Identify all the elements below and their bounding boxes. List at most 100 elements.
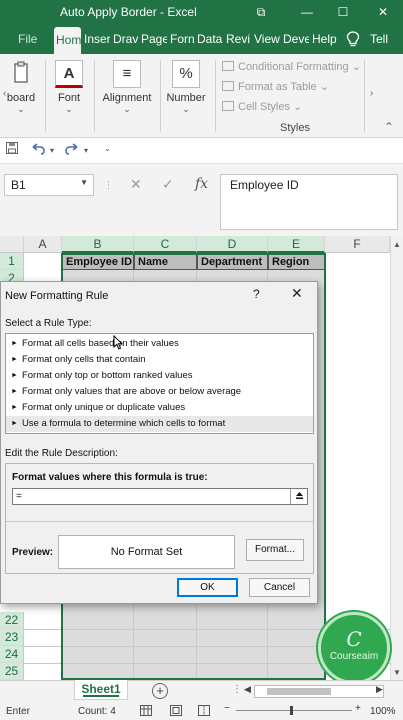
chevron-down-icon: ⌄ xyxy=(65,104,73,114)
clipboard-group[interactable]: board ⌄ xyxy=(0,58,42,134)
collapse-ribbon-icon[interactable]: ⌃ xyxy=(384,120,394,134)
rule-type-item[interactable]: ► Format only unique or duplicate values xyxy=(6,400,313,416)
font-group[interactable]: A Font ⌄ xyxy=(48,58,90,134)
undo-dropdown-icon[interactable]: ▾ xyxy=(50,146,54,155)
column-header-f[interactable]: F xyxy=(325,236,390,253)
alignment-group[interactable]: ≡ Alignment ⌄ xyxy=(98,58,156,134)
restore-icon[interactable]: ⧉ xyxy=(250,2,272,22)
tab-draw[interactable]: Drav xyxy=(113,24,138,54)
tab-split-handle-icon[interactable]: ⋮ xyxy=(232,684,242,695)
alignment-label: Alignment xyxy=(102,92,152,104)
rule-type-label: Format only top or bottom ranked values xyxy=(21,370,193,381)
cell-styles-label: Cell Styles xyxy=(238,101,290,113)
name-box[interactable]: B1 ▼ xyxy=(4,174,94,196)
undo-icon[interactable] xyxy=(30,142,46,159)
cancel-button[interactable]: Cancel xyxy=(249,578,310,597)
tab-view[interactable]: View xyxy=(254,24,281,54)
column-header-a[interactable]: A xyxy=(24,236,62,253)
save-icon[interactable] xyxy=(6,142,18,157)
cell-styles-icon xyxy=(222,101,234,111)
normal-view-icon[interactable] xyxy=(140,705,152,719)
tab-page-layout[interactable]: Page xyxy=(141,24,167,54)
row-header-25[interactable]: 25 xyxy=(0,663,24,680)
rule-description-panel: Format values where this formula is true… xyxy=(5,463,314,574)
rule-type-item-selected[interactable]: ► Use a formula to determine which cells … xyxy=(6,416,313,432)
column-header-c[interactable]: C xyxy=(134,236,197,253)
zoom-slider-thumb[interactable] xyxy=(290,706,293,715)
row-header-22[interactable]: 22 xyxy=(0,612,24,629)
cell-styles-button[interactable]: Cell Styles ⌄ xyxy=(222,100,302,118)
select-all-corner[interactable] xyxy=(0,236,24,253)
cancel-entry-icon[interactable]: ✕ xyxy=(130,176,142,193)
page-layout-view-icon[interactable] xyxy=(170,705,182,719)
title-bar: Auto Apply Border - Excel ⧉ — ☐ ✕ xyxy=(0,0,403,24)
tab-developer[interactable]: Deve xyxy=(283,24,309,54)
format-as-table-button[interactable]: Format as Table ⌄ xyxy=(222,80,329,98)
horizontal-scrollbar[interactable] xyxy=(254,685,384,698)
vertical-scrollbar[interactable]: ▲ ▼ xyxy=(390,236,403,680)
column-header-d[interactable]: D xyxy=(197,236,268,253)
scroll-left-icon[interactable]: ◀ xyxy=(244,684,251,695)
tab-file[interactable]: File xyxy=(18,24,37,54)
tab-tell-me[interactable]: Tell xyxy=(370,24,403,54)
ribbon-divider xyxy=(45,60,46,132)
rule-type-item[interactable]: ► Format only cells that contain xyxy=(6,352,313,368)
tab-formulas[interactable]: Forn xyxy=(170,24,194,54)
row-header-24[interactable]: 24 xyxy=(0,646,24,663)
conditional-formatting-button[interactable]: Conditional Formatting ⌄ xyxy=(222,60,361,78)
ribbon-scroll-right-icon[interactable]: › xyxy=(370,88,373,99)
chevron-down-icon: ⌄ xyxy=(182,104,190,114)
add-sheet-button[interactable]: + xyxy=(152,683,168,699)
column-header-e[interactable]: E xyxy=(268,236,325,253)
ribbon-divider xyxy=(215,60,216,132)
scroll-up-icon[interactable]: ▲ xyxy=(393,240,401,249)
redo-dropdown-icon[interactable]: ▾ xyxy=(84,146,88,155)
format-as-table-icon xyxy=(222,81,234,91)
tab-data[interactable]: Data xyxy=(197,24,223,54)
dialog-close-button[interactable]: ✕ xyxy=(291,285,303,302)
close-button[interactable]: ✕ xyxy=(372,2,394,22)
confirm-entry-icon[interactable]: ✓ xyxy=(162,176,174,193)
horizontal-scroll-thumb[interactable] xyxy=(267,688,331,695)
help-button[interactable]: ? xyxy=(253,287,260,301)
tab-insert[interactable]: Inser xyxy=(84,24,110,54)
chevron-down-icon: ⌄ xyxy=(319,81,329,93)
tab-help[interactable]: Help xyxy=(312,24,338,54)
tab-review[interactable]: Revi xyxy=(226,24,251,54)
formula-input[interactable]: Employee ID xyxy=(220,174,398,230)
rule-type-label: Format all cells based on their values xyxy=(21,338,179,349)
formula-bar: B1 ▼ ⋮ ✕ ✓ fx Employee ID xyxy=(0,164,403,236)
rule-type-list[interactable]: ► Format all cells based on their values … xyxy=(5,333,314,434)
maximize-button[interactable]: ☐ xyxy=(332,2,354,22)
sheet-tab-sheet1[interactable]: Sheet1 xyxy=(74,680,128,700)
ok-button[interactable]: OK xyxy=(177,578,238,597)
scroll-down-icon[interactable]: ▼ xyxy=(393,668,401,677)
zoom-in-icon[interactable]: + xyxy=(355,703,361,714)
number-group[interactable]: % Number ⌄ xyxy=(163,58,209,134)
zoom-out-icon[interactable]: − xyxy=(224,703,230,714)
insert-function-icon[interactable]: fx xyxy=(195,176,208,192)
scroll-right-icon[interactable]: ▶ xyxy=(376,684,383,695)
formula-bar-handle-icon: ⋮ xyxy=(104,180,113,190)
minimize-button[interactable]: — xyxy=(296,2,318,22)
rule-type-item[interactable]: ► Format only values that are above or be… xyxy=(6,384,313,400)
bullet-arrow-icon: ► xyxy=(11,356,18,363)
rule-type-item[interactable]: ► Format all cells based on their values xyxy=(6,336,313,352)
column-header-b[interactable]: B xyxy=(62,236,134,253)
tab-home[interactable]: Hom xyxy=(54,27,81,54)
page-break-view-icon[interactable] xyxy=(198,705,210,719)
format-button[interactable]: Format... xyxy=(246,539,304,561)
zoom-level[interactable]: 100% xyxy=(370,706,396,717)
formula-field[interactable]: = xyxy=(12,488,308,505)
customize-toolbar-icon[interactable]: ⌄ xyxy=(104,144,111,153)
window-title: Auto Apply Border - Excel xyxy=(60,5,197,19)
collapse-dialog-icon[interactable] xyxy=(290,489,307,504)
redo-icon[interactable] xyxy=(64,142,80,159)
zoom-slider[interactable] xyxy=(236,710,352,711)
chevron-down-icon[interactable]: ▼ xyxy=(80,178,88,187)
row-header-1[interactable]: 1 xyxy=(0,253,24,270)
row-header-23[interactable]: 23 xyxy=(0,629,24,646)
rule-type-item[interactable]: ► Format only top or bottom ranked values xyxy=(6,368,313,384)
lightbulb-icon[interactable] xyxy=(346,31,360,47)
formula-field-value: = xyxy=(16,491,22,502)
